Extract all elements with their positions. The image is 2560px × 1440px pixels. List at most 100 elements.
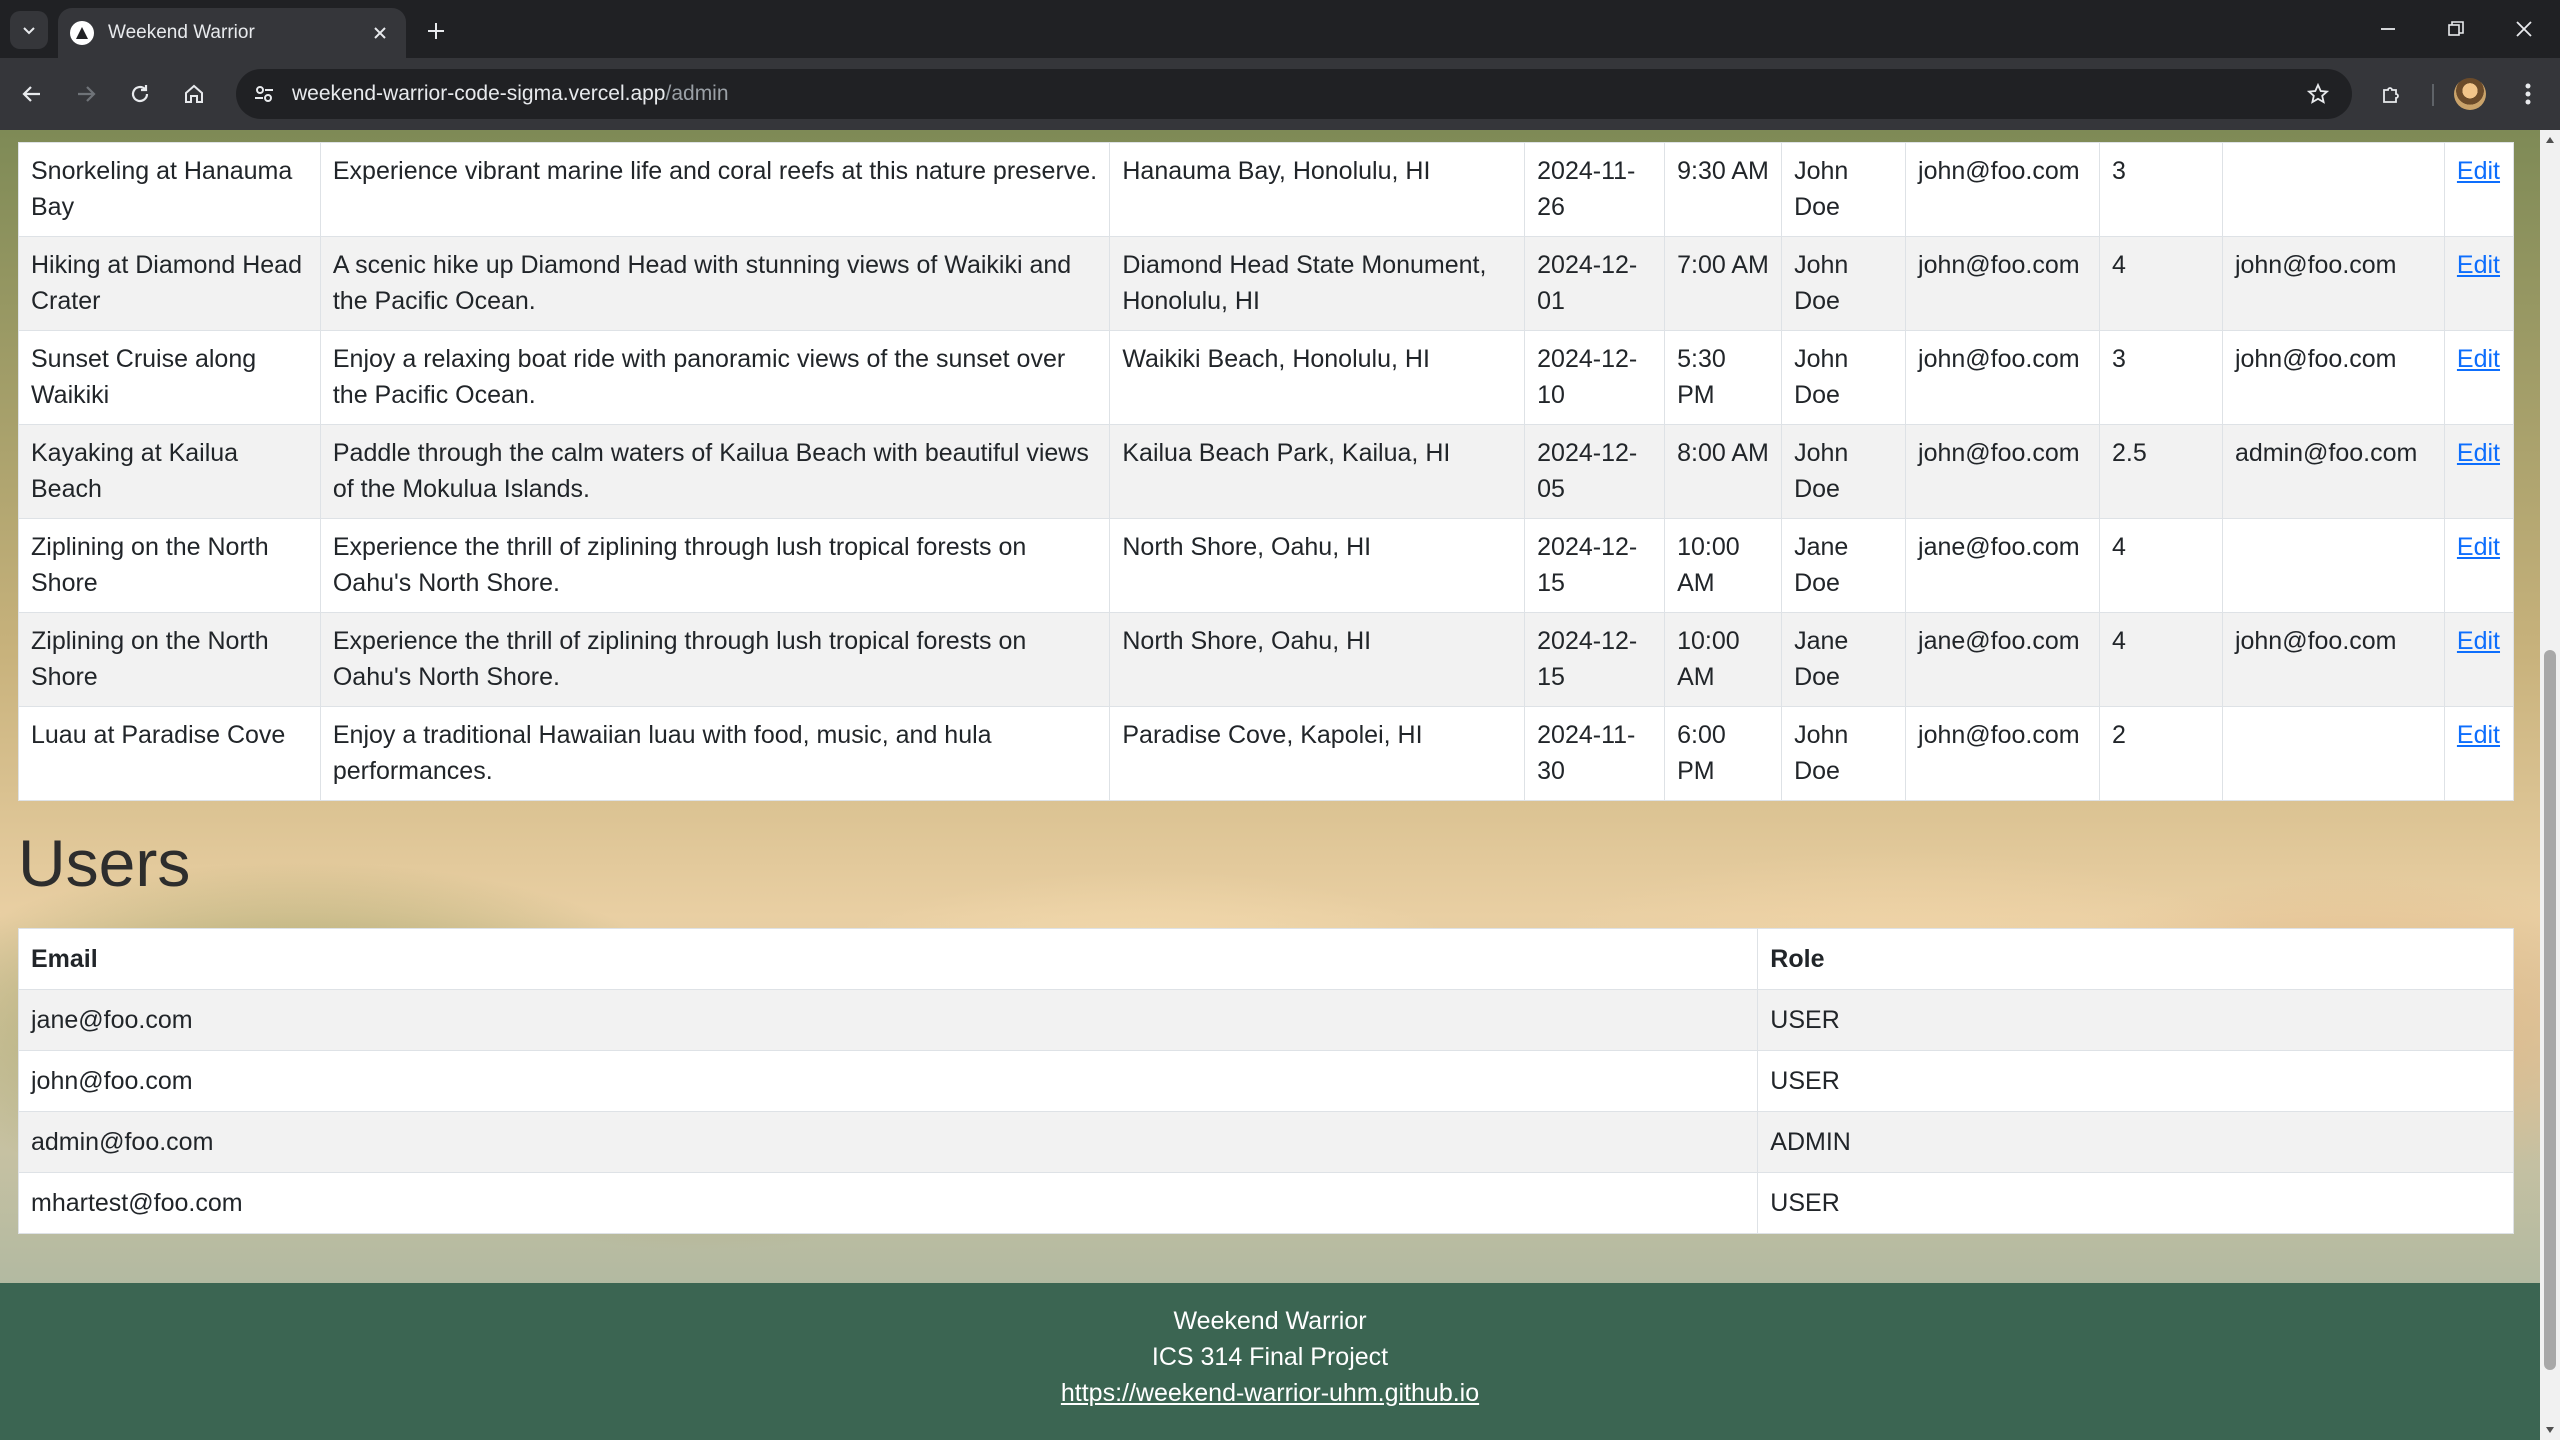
window-close-button[interactable]: [2490, 0, 2558, 58]
users-heading: Users: [18, 826, 191, 900]
tab-search-button[interactable]: [10, 11, 48, 49]
profile-avatar[interactable]: [2454, 78, 2486, 110]
event-location-cell: Paradise Cove, Kapolei, HI: [1109, 706, 1526, 801]
triangle-down-icon: [2546, 1427, 2554, 1433]
table-row: Ziplining on the North Shore Experience t…: [18, 612, 2515, 707]
event-date-cell: 2024-12-10: [1524, 330, 1666, 425]
table-row: Ziplining on the North Shore Experience t…: [18, 518, 2515, 613]
page-viewport: Snorkeling at Hanauma Bay Experience vibr…: [0, 130, 2560, 1440]
event-time-cell: 10:00 AM: [1664, 518, 1783, 613]
address-bar[interactable]: weekend-warrior-code-sigma.vercel.app/ad…: [236, 69, 2352, 119]
user-role: USER: [1757, 989, 2514, 1051]
user-role: USER: [1757, 1172, 2514, 1234]
user-email: john@foo.com: [17, 1050, 1759, 1112]
bookmark-button[interactable]: [2298, 74, 2338, 114]
scrollbar-thumb[interactable]: [2544, 650, 2556, 1370]
event-organizer-cell: Jane Doe: [1781, 612, 1907, 707]
event-description-cell: A scenic hike up Diamond Head with stunn…: [319, 236, 1111, 331]
event-description-cell: Enjoy a traditional Hawaiian luau with f…: [319, 706, 1111, 801]
email-column-header: Email: [17, 928, 1759, 990]
events-table: Snorkeling at Hanauma Bay Experience vibr…: [18, 142, 2515, 801]
event-time-cell: 5:30 PM: [1664, 330, 1783, 425]
page-scrollbar[interactable]: [2540, 130, 2560, 1440]
event-location-cell: Diamond Head State Monument, Honolulu, H…: [1109, 236, 1526, 331]
edit-link-cell: Edit: [2443, 424, 2515, 519]
puzzle-icon: [2383, 87, 2399, 103]
event-name-cell: Sunset Cruise along Waikiki: [18, 330, 321, 425]
edit-link[interactable]: Edit: [2457, 345, 2500, 373]
event-hours-cell: 2.5: [2099, 424, 2223, 519]
event-location-cell: North Shore, Oahu, HI: [1109, 612, 1526, 707]
event-hours-cell: 2: [2099, 706, 2223, 801]
event-time-cell: 9:30 AM: [1664, 142, 1783, 237]
role-column-header: Role: [1757, 928, 2514, 990]
event-attendee-cell: john@foo.com: [2221, 330, 2445, 425]
new-tab-button[interactable]: [418, 13, 454, 49]
browser-tab[interactable]: Weekend Warrior: [58, 8, 406, 58]
event-organizer-cell: Jane Doe: [1781, 518, 1907, 613]
edit-link[interactable]: Edit: [2457, 627, 2500, 655]
event-time-cell: 6:00 PM: [1664, 706, 1783, 801]
event-attendee-cell: [2221, 706, 2445, 801]
event-attendee-cell: john@foo.com: [2221, 236, 2445, 331]
event-organizer-email-cell: john@foo.com: [1905, 424, 2100, 519]
event-hours-cell: 4: [2099, 612, 2223, 707]
home-icon: [185, 84, 203, 103]
event-date-cell: 2024-12-01: [1524, 236, 1666, 331]
event-date-cell: 2024-11-26: [1524, 142, 1666, 237]
edit-link-cell: Edit: [2443, 330, 2515, 425]
event-date-cell: 2024-12-15: [1524, 518, 1666, 613]
home-button[interactable]: [174, 74, 214, 114]
event-description-cell: Enjoy a relaxing boat ride with panorami…: [319, 330, 1111, 425]
site-info-button[interactable]: [244, 74, 284, 114]
edit-link[interactable]: Edit: [2457, 533, 2500, 561]
forward-button[interactable]: [66, 74, 106, 114]
edit-link[interactable]: Edit: [2457, 157, 2500, 185]
table-row: Hiking at Diamond Head Crater A scenic hi…: [18, 236, 2515, 331]
event-organizer-cell: John Doe: [1781, 424, 1907, 519]
event-name-cell: Kayaking at Kailua Beach: [18, 424, 321, 519]
table-row: Kayaking at Kailua Beach Paddle through t…: [18, 424, 2515, 519]
edit-link[interactable]: Edit: [2457, 251, 2500, 279]
event-date-cell: 2024-11-30: [1524, 706, 1666, 801]
restore-button[interactable]: [2422, 0, 2490, 58]
site-footer: Weekend Warrior ICS 314 Final Project ht…: [0, 1283, 2540, 1440]
url-path: /admin: [665, 82, 729, 105]
footer-subtitle: ICS 314 Final Project: [1151, 1343, 1389, 1371]
site-favicon-icon: [70, 21, 94, 45]
table-row: admin@foo.com ADMIN: [17, 1111, 2514, 1173]
edit-link[interactable]: Edit: [2457, 721, 2500, 749]
event-organizer-email-cell: john@foo.com: [1905, 142, 2100, 237]
edit-link-cell: Edit: [2443, 518, 2515, 613]
triangle-up-icon: [2546, 137, 2554, 143]
event-hours-cell: 4: [2099, 518, 2223, 613]
edit-link-cell: Edit: [2443, 142, 2515, 237]
event-name-cell: Ziplining on the North Shore: [18, 612, 321, 707]
menu-button[interactable]: [2508, 74, 2548, 114]
event-time-cell: 8:00 AM: [1664, 424, 1783, 519]
scroll-down-button[interactable]: [2540, 1420, 2560, 1440]
event-attendee-cell: john@foo.com: [2221, 612, 2445, 707]
event-location-cell: Kailua Beach Park, Kailua, HI: [1109, 424, 1526, 519]
reload-icon: [131, 85, 149, 103]
back-button[interactable]: [12, 74, 52, 114]
tab-close-button[interactable]: [366, 19, 394, 47]
edit-link-cell: Edit: [2443, 236, 2515, 331]
toolbar-divider: [2432, 84, 2434, 106]
event-hours-cell: 4: [2099, 236, 2223, 331]
edit-link[interactable]: Edit: [2457, 439, 2500, 467]
users-table-header: Email Role: [17, 928, 2514, 990]
event-hours-cell: 3: [2099, 330, 2223, 425]
extensions-button[interactable]: [2372, 74, 2412, 114]
event-organizer-email-cell: john@foo.com: [1905, 330, 2100, 425]
event-hours-cell: 3: [2099, 142, 2223, 237]
scroll-up-button[interactable]: [2540, 130, 2560, 150]
event-organizer-email-cell: jane@foo.com: [1905, 612, 2100, 707]
event-name-cell: Hiking at Diamond Head Crater: [18, 236, 321, 331]
table-row: Sunset Cruise along Waikiki Enjoy a relax…: [18, 330, 2515, 425]
reload-button[interactable]: [120, 74, 160, 114]
minimize-button[interactable]: [2354, 0, 2422, 58]
footer-link[interactable]: https://weekend-warrior-uhm.github.io: [1061, 1379, 1479, 1407]
event-description-cell: Experience vibrant marine life and coral…: [319, 142, 1111, 237]
edit-link-cell: Edit: [2443, 612, 2515, 707]
